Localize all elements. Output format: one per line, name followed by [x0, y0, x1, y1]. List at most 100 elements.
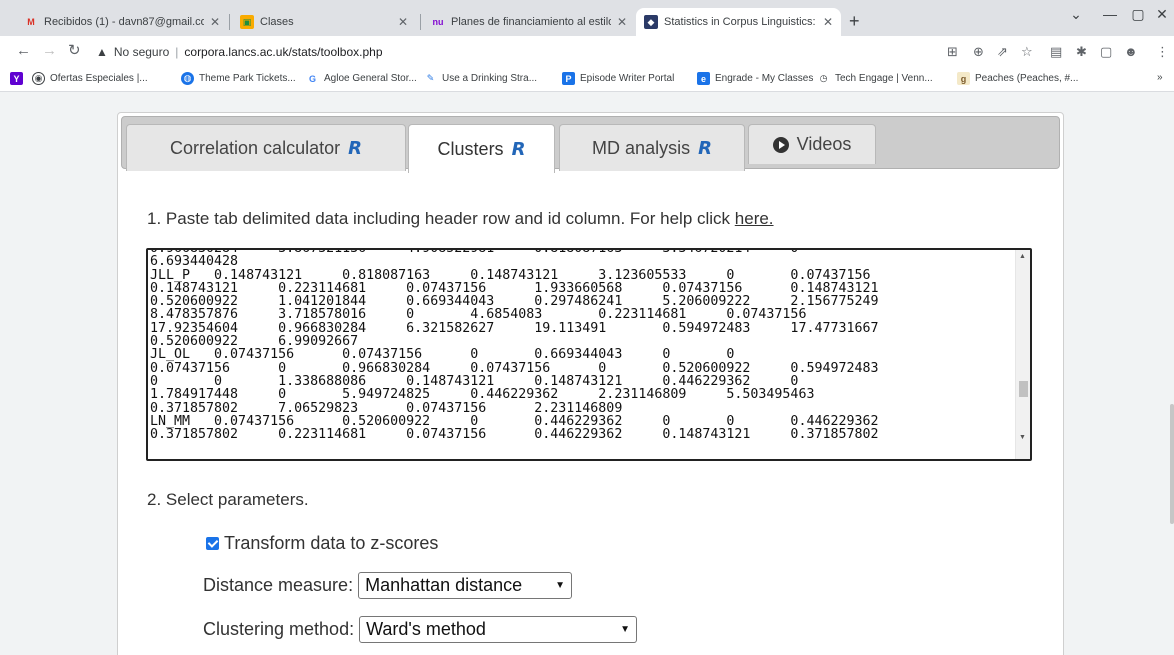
browser-tab-title: Statistics in Corpus Linguistics: La	[664, 16, 817, 28]
circle-icon: ◉	[32, 72, 45, 85]
tab-label: Clusters	[437, 138, 504, 159]
security-status: No seguro	[113, 45, 170, 59]
bookmark-tech-engage[interactable]: ◷ Tech Engage | Venn...	[817, 72, 933, 85]
reload-icon[interactable]: ↻	[68, 43, 81, 59]
translate-icon[interactable]: ⊞	[947, 44, 958, 60]
page-viewport: Correlation calculator R Clusters R MD a…	[0, 92, 1174, 655]
bookmark-agloe[interactable]: G Agloe General Stor...	[306, 72, 417, 85]
close-icon[interactable]: ✕	[398, 15, 408, 29]
scrollbar-thumb[interactable]	[1019, 381, 1028, 397]
maximize-button[interactable]: ▢	[1128, 6, 1148, 23]
page-scrollbar[interactable]	[1170, 92, 1174, 655]
zscore-checkbox[interactable]	[206, 537, 219, 550]
menu-kebab-icon[interactable]: ⋮	[1156, 44, 1169, 60]
tool-tabs: Correlation calculator R Clusters R MD a…	[121, 116, 1060, 173]
bookmark-label: Use a Drinking Stra...	[442, 73, 538, 84]
close-icon[interactable]: ✕	[210, 15, 220, 29]
clustering-method-select[interactable]: Ward's method ▼	[359, 616, 638, 643]
tab-videos[interactable]: Videos	[748, 124, 876, 164]
more-bookmarks-button[interactable]: »	[1157, 72, 1163, 83]
page-scrollbar-thumb[interactable]	[1170, 404, 1174, 524]
back-arrow-icon[interactable]: ←	[16, 43, 31, 59]
bookmark-peaches[interactable]: g Peaches (Peaches, #...	[957, 72, 1078, 85]
browser-tab-clases[interactable]: ▣ Clases ✕	[232, 8, 416, 36]
minimize-button[interactable]: —	[1100, 6, 1120, 22]
globe-icon: ◍	[181, 72, 194, 85]
chevron-down-icon: ▼	[555, 580, 566, 591]
nu-icon: nu	[432, 17, 444, 27]
warning-triangle-icon[interactable]: ▲	[96, 45, 108, 59]
browser-tab-gmail[interactable]: M Recibidos (1) - davn87@gmail.co ✕	[16, 8, 228, 36]
tab-label: MD analysis	[592, 137, 691, 158]
profile-avatar-icon[interactable]: ☻	[1124, 44, 1138, 60]
extensions-puzzle-icon[interactable]: ✱	[1076, 44, 1087, 60]
forward-arrow-icon[interactable]: →	[42, 43, 57, 59]
yahoo-icon: Y	[10, 72, 23, 85]
tab-correlation-calculator[interactable]: Correlation calculator R	[126, 124, 406, 171]
gmail-icon: M	[27, 17, 35, 27]
bookmark-label: Theme Park Tickets...	[199, 73, 296, 84]
lancaster-icon: ◆	[644, 15, 658, 29]
r-logo-icon: R	[344, 137, 370, 159]
step1-text: 1. Paste tab delimited data including he…	[147, 209, 735, 228]
browser-tab-statistics[interactable]: ◆ Statistics in Corpus Linguistics: La ✕	[636, 8, 841, 36]
data-textarea[interactable]: 0.966830284 3.867321136 4.908522981 0.81…	[146, 248, 1032, 461]
clustering-method-label: Clustering method:	[203, 619, 355, 639]
browser-toolbar: ← → ↻ ▲ No seguro | corpora.lancs.ac.uk/…	[0, 36, 1174, 68]
clustering-method-row: Clustering method: Ward's method ▼	[203, 616, 638, 643]
textarea-scrollbar[interactable]: ▲ ▼	[1015, 250, 1030, 459]
p-icon: P	[562, 72, 575, 85]
zscore-label: Transform data to z-scores	[224, 533, 439, 553]
tab-separator	[229, 14, 230, 30]
data-textarea-content[interactable]: 0.966830284 3.867321136 4.908522981 0.81…	[150, 250, 879, 441]
reading-list-icon[interactable]: ▤	[1050, 44, 1062, 60]
tab-md-analysis[interactable]: MD analysis R	[559, 124, 745, 171]
browser-tab-title: Clases	[260, 16, 294, 28]
close-window-button[interactable]: ✕	[1152, 6, 1172, 23]
r-logo-icon: R	[694, 137, 720, 159]
close-icon[interactable]: ✕	[823, 15, 833, 29]
step1-instruction: 1. Paste tab delimited data including he…	[147, 209, 774, 229]
address-bar[interactable]: ▲ No seguro | corpora.lancs.ac.uk/stats/…	[96, 40, 1170, 64]
distance-measure-value: Manhattan distance	[365, 575, 523, 595]
chevron-double-right-icon: »	[1157, 72, 1163, 83]
browser-tab-nu[interactable]: nu Planes de financiamiento al estilo ✕	[423, 8, 635, 36]
bookmark-label: Episode Writer Portal	[580, 73, 675, 84]
tab-separator	[420, 14, 421, 30]
zscore-option[interactable]: Transform data to z-scores	[206, 533, 438, 554]
help-link[interactable]: here.	[735, 209, 774, 228]
clustering-method-value: Ward's method	[366, 619, 486, 639]
url-text[interactable]: corpora.lancs.ac.uk/stats/toolbox.php	[184, 45, 382, 59]
scroll-down-arrow-icon[interactable]: ▼	[1019, 434, 1026, 441]
zoom-icon[interactable]: ⊕	[973, 44, 984, 60]
bookmark-drinking-straw[interactable]: ✎ Use a Drinking Stra...	[424, 72, 537, 85]
chevron-down-icon: ▼	[620, 624, 631, 635]
bookmark-star-icon[interactable]: ☆	[1021, 44, 1033, 60]
bookmarks-bar: Y ◉ Ofertas Especiales |... ◍ Theme Park…	[0, 68, 1174, 92]
bookmark-theme-park[interactable]: ◍ Theme Park Tickets...	[181, 72, 296, 85]
tab-clusters[interactable]: Clusters R	[408, 124, 555, 173]
bookmark-engrade[interactable]: e Engrade - My Classes	[697, 72, 813, 85]
side-panel-icon[interactable]: ▢	[1100, 44, 1112, 60]
new-tab-button[interactable]: +	[849, 12, 860, 30]
browser-tab-bar: M Recibidos (1) - davn87@gmail.co ✕ ▣ Cl…	[0, 0, 1174, 36]
bookmark-ofertas[interactable]: ◉ Ofertas Especiales |...	[32, 72, 148, 85]
tab-label: Correlation calculator	[170, 137, 341, 158]
bookmark-episode-writer[interactable]: P Episode Writer Portal	[562, 72, 674, 85]
distance-measure-select[interactable]: Manhattan distance ▼	[358, 572, 573, 599]
scroll-up-arrow-icon[interactable]: ▲	[1019, 253, 1026, 260]
bookmark-label: Peaches (Peaches, #...	[975, 73, 1079, 84]
tab-search-button[interactable]: ⌄	[1066, 6, 1086, 23]
bookmark-label: Tech Engage | Venn...	[835, 73, 933, 84]
distance-measure-row: Distance measure: Manhattan distance ▼	[203, 572, 573, 599]
bookmark-label: Ofertas Especiales |...	[50, 73, 148, 84]
bookmark-yahoo[interactable]: Y	[10, 72, 28, 85]
browser-tab-title: Planes de financiamiento al estilo	[451, 16, 611, 28]
google-icon: G	[306, 72, 319, 85]
bookmark-label: Agloe General Stor...	[324, 73, 417, 84]
close-icon[interactable]: ✕	[617, 15, 627, 29]
tab-label: Videos	[796, 134, 852, 154]
divider: |	[175, 45, 179, 59]
e-icon: e	[697, 72, 710, 85]
share-icon[interactable]: ⇗	[997, 44, 1008, 60]
